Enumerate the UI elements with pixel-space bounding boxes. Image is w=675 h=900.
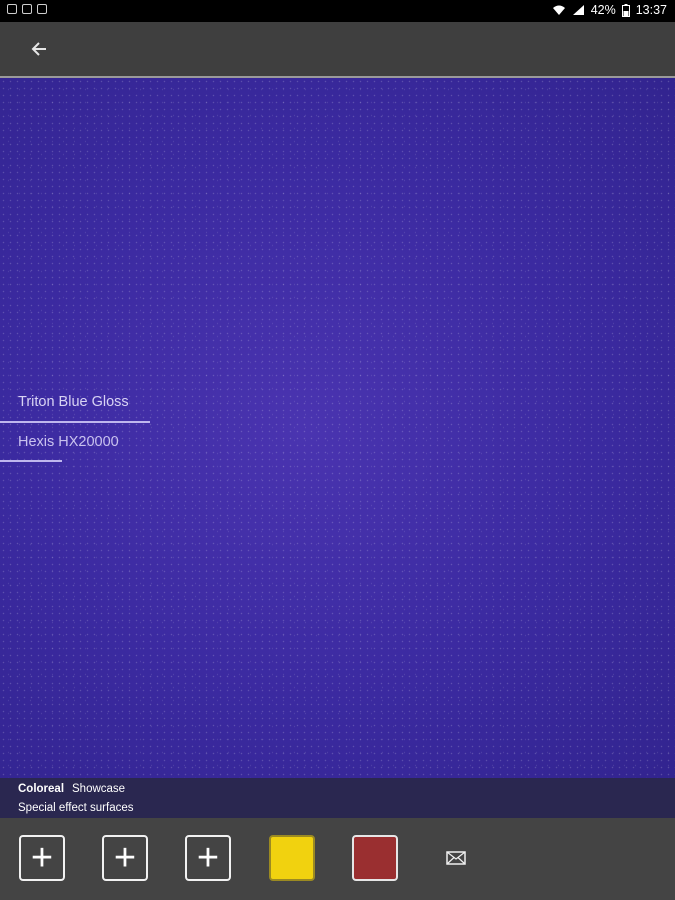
mail-button[interactable] bbox=[444, 846, 468, 870]
brand-name: Coloreal bbox=[18, 783, 65, 795]
plus-icon: + bbox=[113, 837, 137, 879]
status-bar: 42% 13:37 bbox=[0, 0, 675, 22]
screen: 42% 13:37 Triton Blue Gloss Hexis HX2000… bbox=[0, 0, 675, 900]
card-icon bbox=[22, 4, 32, 14]
status-system-area: 42% 13:37 bbox=[552, 3, 667, 17]
image-icon bbox=[7, 4, 17, 14]
color-surface: Triton Blue Gloss Hexis HX20000 bbox=[0, 78, 675, 778]
info-title-line: Coloreal Showcase bbox=[18, 783, 125, 795]
battery-percent: 42% bbox=[590, 3, 616, 17]
add-slot-button-2[interactable]: + bbox=[102, 835, 148, 881]
book-icon bbox=[37, 4, 47, 14]
color-name: Triton Blue Gloss bbox=[18, 394, 129, 410]
signal-icon bbox=[572, 5, 584, 15]
mail-icon bbox=[446, 851, 466, 865]
info-strip: Coloreal Showcase Special effect surfaces bbox=[0, 778, 675, 818]
plus-icon: + bbox=[196, 837, 220, 879]
bottom-toolbar: + + + bbox=[0, 818, 675, 900]
clock: 13:37 bbox=[635, 3, 667, 17]
app-bar bbox=[0, 22, 675, 78]
color-code: Hexis HX20000 bbox=[18, 434, 119, 450]
battery-icon bbox=[621, 3, 630, 17]
color-code-underline bbox=[0, 460, 62, 462]
add-slot-button-1[interactable]: + bbox=[19, 835, 65, 881]
add-slot-button-3[interactable]: + bbox=[185, 835, 231, 881]
surface-texture bbox=[0, 78, 675, 778]
back-button[interactable] bbox=[24, 36, 54, 62]
arrow-left-icon bbox=[31, 42, 46, 56]
wifi-icon bbox=[552, 5, 565, 15]
section-name: Showcase bbox=[72, 783, 126, 795]
info-subtitle: Special effect surfaces bbox=[18, 802, 134, 814]
color-name-underline bbox=[0, 421, 150, 423]
swatch-yellow[interactable] bbox=[269, 835, 315, 881]
plus-icon: + bbox=[30, 837, 54, 879]
swatch-red[interactable] bbox=[352, 835, 398, 881]
status-notification-icons bbox=[7, 4, 47, 14]
